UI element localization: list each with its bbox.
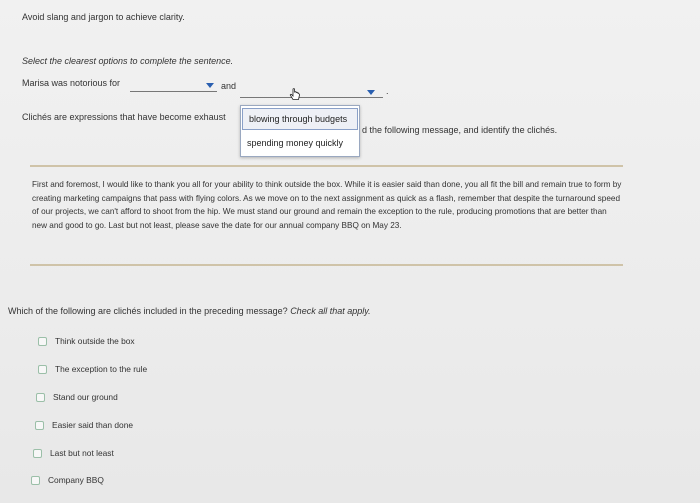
cliches-intro-start: Clichés are expressions that have become… xyxy=(22,112,226,122)
option-label: Company BBQ xyxy=(48,475,104,485)
dropdown-1[interactable] xyxy=(130,78,217,92)
checkbox[interactable] xyxy=(33,449,42,458)
question-text-emphasis: Check all that apply. xyxy=(290,306,371,316)
checkbox[interactable] xyxy=(35,421,44,430)
question-text: Which of the following are clichés inclu… xyxy=(8,306,371,316)
menu-option-spending-money-quickly[interactable]: spending money quickly xyxy=(241,133,359,153)
dropdown-2[interactable] xyxy=(240,84,383,98)
dropdown-2-underline xyxy=(240,97,383,98)
chevron-down-icon xyxy=(206,83,214,88)
option-label: Think outside the box xyxy=(55,336,135,346)
message-bottom-divider xyxy=(30,264,623,266)
question-text-main: Which of the following are clichés inclu… xyxy=(8,306,288,316)
option-stand-our-ground[interactable]: Stand our ground xyxy=(36,391,236,405)
instruction-text: Avoid slang and jargon to achieve clarit… xyxy=(22,12,185,22)
option-label: The exception to the rule xyxy=(55,364,148,374)
checkbox[interactable] xyxy=(31,476,40,485)
option-easier-said-than-done[interactable]: Easier said than done xyxy=(35,419,235,433)
dropdown-1-underline xyxy=(130,91,217,92)
option-the-exception-to-the-rule[interactable]: The exception to the rule xyxy=(38,363,238,377)
sentence-period: . xyxy=(386,86,389,96)
cliches-intro-end: d the following message, and identify th… xyxy=(362,125,558,135)
checkbox[interactable] xyxy=(38,337,47,346)
chevron-down-icon xyxy=(367,90,375,95)
fill-in-prompt: Select the clearest options to complete … xyxy=(22,56,234,66)
option-label: Last but not least xyxy=(50,448,114,458)
option-label: Stand our ground xyxy=(53,392,118,402)
option-think-outside-the-box[interactable]: Think outside the box xyxy=(38,335,238,349)
hand-cursor-icon xyxy=(289,88,300,100)
menu-option-blowing-through-budgets[interactable]: blowing through budgets xyxy=(242,108,358,130)
dropdown-menu: blowing through budgets spending money q… xyxy=(240,105,360,157)
checkbox[interactable] xyxy=(38,365,47,374)
conjunction-text: and xyxy=(221,81,237,91)
option-label: Easier said than done xyxy=(52,420,134,430)
question-page: Avoid slang and jargon to achieve clarit… xyxy=(0,0,700,503)
sentence-start: Marisa was notorious for xyxy=(22,78,121,88)
message-top-divider xyxy=(30,165,623,167)
message-paragraph: First and foremost, I would like to than… xyxy=(32,180,622,230)
checkbox[interactable] xyxy=(36,393,45,402)
option-company-bbq[interactable]: Company BBQ xyxy=(31,474,231,488)
option-last-but-not-least[interactable]: Last but not least xyxy=(33,447,233,461)
